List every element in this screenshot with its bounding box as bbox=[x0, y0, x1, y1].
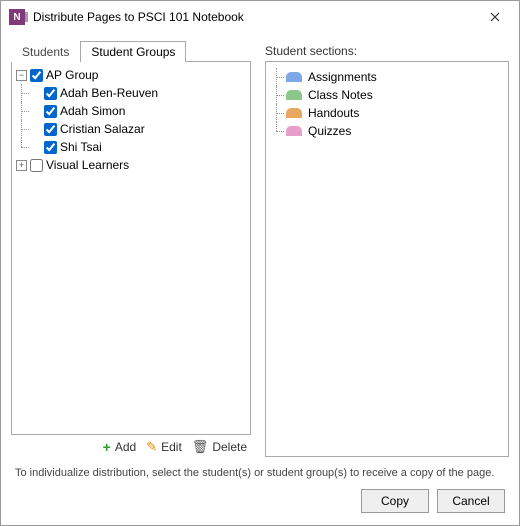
tab-label: Students bbox=[22, 45, 69, 59]
student-row[interactable]: Cristian Salazar bbox=[30, 120, 248, 138]
cancel-button[interactable]: Cancel bbox=[437, 489, 505, 513]
close-button[interactable] bbox=[475, 3, 515, 31]
student-checkbox[interactable] bbox=[44, 105, 57, 118]
section-label: Quizzes bbox=[308, 124, 351, 138]
copy-label: Copy bbox=[381, 494, 409, 508]
section-icon bbox=[286, 126, 302, 136]
student-label: Adah Ben-Reuven bbox=[60, 86, 158, 100]
copy-button[interactable]: Copy bbox=[361, 489, 429, 513]
pencil-icon: ✎ bbox=[146, 439, 157, 455]
delete-button[interactable]: 🗑 Delete bbox=[192, 439, 247, 455]
student-checkbox[interactable] bbox=[44, 87, 57, 100]
tab-label: Student Groups bbox=[91, 45, 175, 59]
section-item-class-notes[interactable]: Class Notes bbox=[268, 86, 506, 104]
edit-label: Edit bbox=[161, 440, 182, 454]
titlebar: N Distribute Pages to PSCI 101 Notebook bbox=[1, 1, 519, 33]
student-label: Adah Simon bbox=[60, 104, 125, 118]
add-label: Add bbox=[115, 440, 136, 454]
cancel-label: Cancel bbox=[452, 494, 489, 508]
close-icon bbox=[490, 12, 500, 22]
student-checkbox[interactable] bbox=[44, 141, 57, 154]
section-item-quizzes[interactable]: Quizzes bbox=[268, 122, 506, 140]
student-label: Cristian Salazar bbox=[60, 122, 145, 136]
section-icon bbox=[286, 90, 302, 100]
group-toolbar: + Add ✎ Edit 🗑 Delete bbox=[11, 435, 251, 457]
group-checkbox[interactable] bbox=[30, 69, 43, 82]
group-checkbox[interactable] bbox=[30, 159, 43, 172]
section-item-assignments[interactable]: Assignments bbox=[268, 68, 506, 86]
expand-icon[interactable]: + bbox=[16, 160, 27, 171]
group-label: Visual Learners bbox=[46, 158, 129, 172]
student-label: Shi Tsai bbox=[60, 140, 102, 154]
tab-students[interactable]: Students bbox=[11, 41, 80, 62]
section-item-handouts[interactable]: Handouts bbox=[268, 104, 506, 122]
onenote-icon: N bbox=[9, 9, 25, 25]
collapse-icon[interactable]: − bbox=[16, 70, 27, 81]
tab-bar: Students Student Groups bbox=[11, 39, 251, 61]
delete-label: Delete bbox=[212, 440, 247, 454]
window-title: Distribute Pages to PSCI 101 Notebook bbox=[33, 10, 475, 24]
section-label: Handouts bbox=[308, 106, 359, 120]
section-icon bbox=[286, 108, 302, 118]
section-icon bbox=[286, 72, 302, 82]
group-row-visual[interactable]: + Visual Learners bbox=[16, 156, 248, 174]
dialog-window: N Distribute Pages to PSCI 101 Notebook … bbox=[0, 0, 520, 526]
groups-tree[interactable]: − AP Group Adah Ben-Reuven bbox=[11, 61, 251, 435]
student-row[interactable]: Adah Simon bbox=[30, 102, 248, 120]
student-checkbox[interactable] bbox=[44, 123, 57, 136]
trash-icon: 🗑 bbox=[192, 439, 209, 455]
sections-list[interactable]: Assignments Class Notes Handouts Qu bbox=[265, 61, 509, 457]
group-row-ap[interactable]: − AP Group bbox=[16, 66, 248, 84]
student-row[interactable]: Adah Ben-Reuven bbox=[30, 84, 248, 102]
group-label: AP Group bbox=[46, 68, 98, 82]
section-label: Assignments bbox=[308, 70, 377, 84]
plus-icon: + bbox=[103, 439, 111, 455]
sections-heading: Student sections: bbox=[265, 39, 509, 61]
hint-text: To individualize distribution, select th… bbox=[11, 457, 509, 483]
edit-button[interactable]: ✎ Edit bbox=[146, 439, 182, 455]
tab-student-groups[interactable]: Student Groups bbox=[80, 41, 186, 62]
section-label: Class Notes bbox=[308, 88, 373, 102]
dialog-footer: Copy Cancel bbox=[11, 483, 509, 515]
student-row[interactable]: Shi Tsai bbox=[30, 138, 248, 156]
add-button[interactable]: + Add bbox=[103, 439, 137, 455]
